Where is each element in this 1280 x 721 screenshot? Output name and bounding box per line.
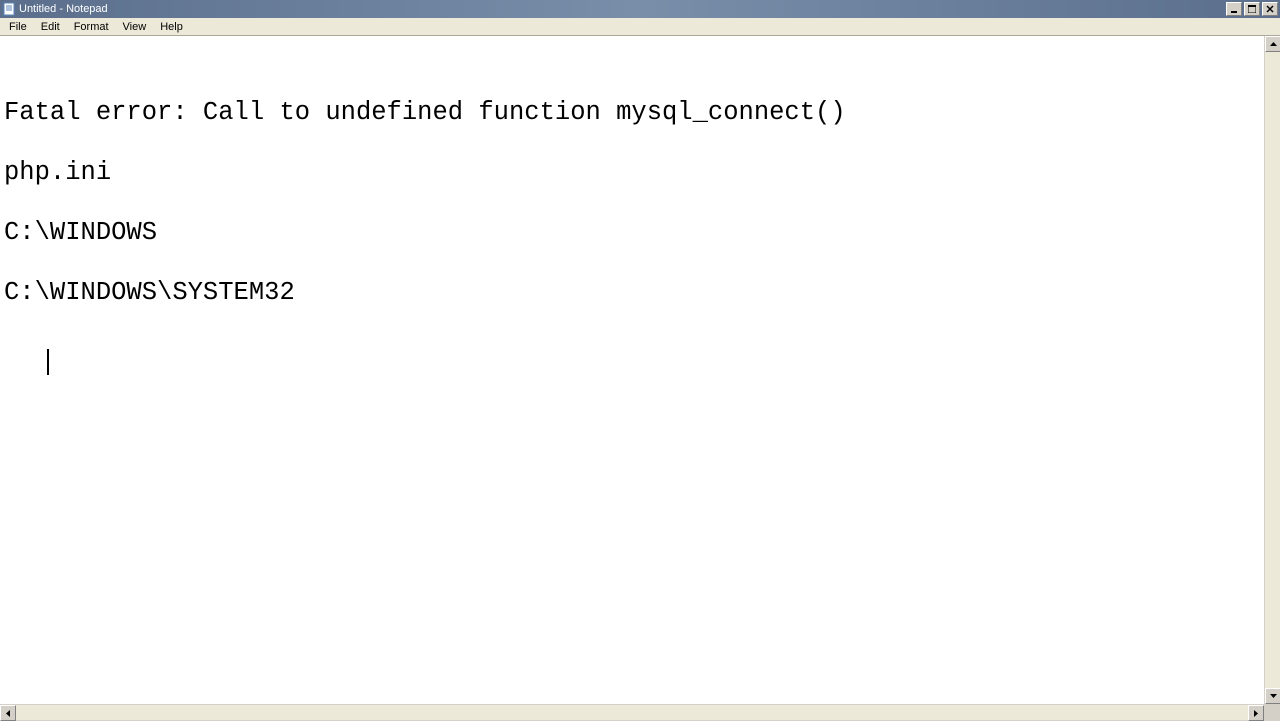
menu-file[interactable]: File (2, 20, 34, 34)
window-title: Untitled - Notepad (19, 0, 1224, 18)
editor-content: Fatal error: Call to undefined function … (4, 98, 846, 307)
close-button[interactable] (1262, 2, 1278, 16)
menu-help[interactable]: Help (153, 20, 190, 34)
menu-view[interactable]: View (116, 20, 154, 34)
scroll-up-button[interactable] (1265, 36, 1280, 52)
scrollbar-corner (1264, 704, 1280, 720)
title-bar: Untitled - Notepad (0, 0, 1280, 18)
minimize-button[interactable] (1226, 2, 1242, 16)
maximize-button[interactable] (1244, 2, 1260, 16)
menu-edit[interactable]: Edit (34, 20, 67, 34)
menu-format[interactable]: Format (67, 20, 116, 34)
scroll-right-button[interactable] (1248, 705, 1264, 721)
horizontal-scrollbar[interactable] (0, 704, 1264, 720)
vertical-scrollbar[interactable] (1264, 36, 1280, 704)
horizontal-scroll-track[interactable] (16, 705, 1248, 720)
client-area: Fatal error: Call to undefined function … (0, 36, 1280, 720)
menu-bar: File Edit Format View Help (0, 18, 1280, 36)
text-caret (47, 349, 49, 375)
horizontal-scrollbar-row (0, 704, 1280, 720)
notepad-icon (2, 2, 16, 16)
editor-wrap: Fatal error: Call to undefined function … (0, 36, 1280, 704)
scroll-left-button[interactable] (0, 705, 16, 721)
vertical-scroll-track[interactable] (1265, 52, 1280, 688)
scroll-down-button[interactable] (1265, 688, 1280, 704)
text-editor[interactable]: Fatal error: Call to undefined function … (0, 36, 1264, 704)
window-controls (1224, 2, 1278, 16)
